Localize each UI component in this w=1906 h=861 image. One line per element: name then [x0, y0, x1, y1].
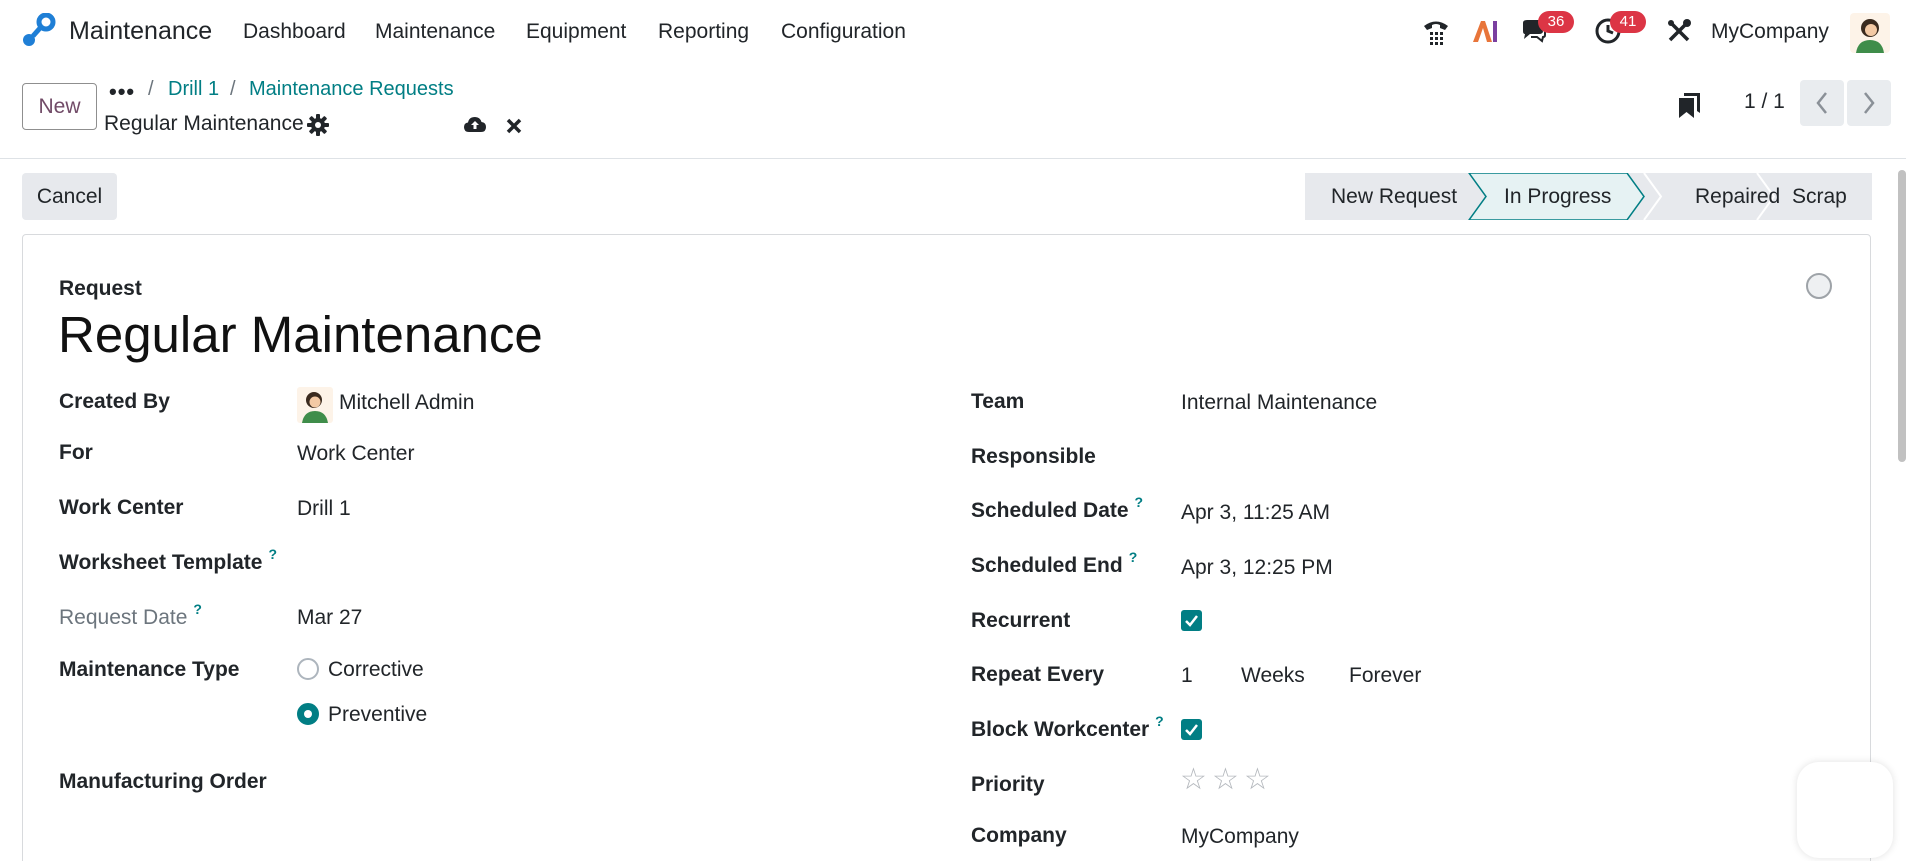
scheduled-end-label: Scheduled End?: [971, 549, 1137, 578]
save-cloud-icon[interactable]: [463, 113, 487, 137]
menu-reporting[interactable]: Reporting: [658, 20, 749, 44]
page-scrollbar[interactable]: [1898, 170, 1906, 462]
request-date-value[interactable]: Mar 27: [297, 606, 362, 630]
cancel-button[interactable]: Cancel: [22, 173, 117, 220]
discard-close-icon[interactable]: [502, 114, 526, 138]
scheduled-end-label-text: Scheduled End: [971, 554, 1123, 577]
breadcrumb-drill[interactable]: Drill 1: [168, 78, 219, 101]
worksheet-template-label-text: Worksheet Template: [59, 551, 263, 574]
help-tooltip-icon[interactable]: ?: [193, 601, 202, 617]
activities-badge: 41: [1610, 11, 1646, 33]
breadcrumb-separator: /: [230, 78, 236, 100]
scheduled-date-label: Scheduled Date?: [971, 494, 1143, 523]
stage-scrap[interactable]: Scrap: [1792, 185, 1847, 209]
breadcrumb-separator: /: [148, 78, 154, 100]
scheduled-date-value[interactable]: Apr 3, 11:25 AM: [1181, 501, 1330, 525]
repeat-until-value[interactable]: Forever: [1349, 664, 1421, 688]
work-center-value[interactable]: Drill 1: [297, 497, 351, 521]
repeat-every-label: Repeat Every: [971, 663, 1105, 686]
new-button[interactable]: New: [22, 83, 97, 130]
help-tooltip-icon[interactable]: ?: [268, 546, 277, 562]
bookmark-icon[interactable]: [1675, 89, 1705, 119]
team-label: Team: [971, 390, 1025, 413]
company-switcher[interactable]: MyCompany: [1711, 20, 1829, 44]
company-value[interactable]: MyCompany: [1181, 825, 1299, 849]
priority-star-icon[interactable]: ☆: [1212, 765, 1239, 795]
repeat-unit-value[interactable]: Weeks: [1241, 664, 1305, 688]
checkmark-icon: [1185, 724, 1198, 736]
for-value[interactable]: Work Center: [297, 442, 414, 466]
request-date-label-text: Request Date: [59, 606, 188, 629]
work-center-label: Work Center: [59, 496, 184, 519]
stage-in-progress[interactable]: In Progress: [1504, 185, 1611, 209]
menu-maintenance[interactable]: Maintenance: [375, 20, 495, 44]
actions-menu-icon[interactable]: •••: [109, 79, 135, 105]
team-value[interactable]: Internal Maintenance: [1181, 391, 1377, 415]
block-workcenter-checkbox[interactable]: [1181, 719, 1202, 740]
menu-configuration[interactable]: Configuration: [781, 20, 906, 44]
chevron-left-icon: [1816, 92, 1827, 114]
chat-widget[interactable]: [1797, 762, 1893, 858]
stage-new-request[interactable]: New Request: [1331, 185, 1457, 209]
menu-equipment[interactable]: Equipment: [526, 20, 626, 44]
company-label: Company: [971, 824, 1067, 847]
created-by-avatar: [297, 387, 333, 423]
for-label: For: [59, 441, 93, 464]
user-avatar[interactable]: [1850, 13, 1890, 53]
scheduled-date-label-text: Scheduled Date: [971, 499, 1129, 522]
pager-previous-button[interactable]: [1800, 80, 1844, 126]
menu-dashboard[interactable]: Dashboard: [243, 20, 346, 44]
control-panel: New ••• / Drill 1 / Maintenance Requests…: [0, 63, 1906, 159]
priority-label: Priority: [971, 773, 1045, 796]
top-navbar: Maintenance Dashboard Maintenance Equipm…: [0, 0, 1906, 63]
pager-value[interactable]: 1 / 1: [1744, 90, 1785, 114]
app-logo-icon[interactable]: [20, 12, 56, 49]
preventive-radio[interactable]: [297, 703, 319, 725]
phone-icon[interactable]: [1421, 16, 1451, 46]
corrective-radio[interactable]: [297, 658, 319, 680]
maintenance-type-label: Maintenance Type: [59, 658, 240, 681]
messages-badge: 36: [1538, 11, 1574, 33]
help-tooltip-icon[interactable]: ?: [1129, 549, 1138, 565]
checkmark-icon: [1185, 615, 1198, 627]
request-title[interactable]: Regular Maintenance: [58, 305, 543, 364]
priority-star-icon[interactable]: ☆: [1180, 765, 1207, 795]
scheduled-end-value[interactable]: Apr 3, 12:25 PM: [1181, 556, 1333, 580]
breadcrumb-maintenance-requests[interactable]: Maintenance Requests: [249, 78, 454, 101]
stage-repaired[interactable]: Repaired: [1695, 185, 1780, 209]
preventive-option-label[interactable]: Preventive: [328, 703, 427, 727]
chevron-right-icon: [1864, 92, 1875, 114]
block-workcenter-label: Block Workcenter?: [971, 713, 1164, 742]
pager-next-button[interactable]: [1847, 80, 1891, 126]
current-record-name: Regular Maintenance: [104, 112, 304, 135]
gear-icon[interactable]: [306, 113, 330, 137]
created-by-value[interactable]: Mitchell Admin: [339, 391, 474, 415]
help-tooltip-icon[interactable]: ?: [1135, 494, 1144, 510]
app-name[interactable]: Maintenance: [69, 17, 212, 46]
kanban-state-indicator[interactable]: [1806, 273, 1832, 299]
manufacturing-order-label: Manufacturing Order: [59, 770, 267, 793]
created-by-label: Created By: [59, 390, 170, 413]
ai-icon[interactable]: [1470, 16, 1500, 46]
repeat-interval-value[interactable]: 1: [1181, 664, 1193, 688]
help-tooltip-icon[interactable]: ?: [1155, 713, 1164, 729]
tools-icon[interactable]: [1664, 16, 1694, 46]
recurrent-checkbox[interactable]: [1181, 610, 1202, 631]
request-date-label: Request Date?: [59, 601, 202, 630]
recurrent-label: Recurrent: [971, 609, 1071, 632]
priority-star-icon[interactable]: ☆: [1244, 765, 1271, 795]
responsible-label: Responsible: [971, 445, 1096, 468]
corrective-option-label[interactable]: Corrective: [328, 658, 424, 682]
worksheet-template-label: Worksheet Template?: [59, 546, 277, 575]
form-overline: Request: [59, 277, 142, 300]
block-workcenter-label-text: Block Workcenter: [971, 718, 1150, 741]
stage-statusbar: New Request In Progress Repaired Scrap: [1305, 173, 1872, 220]
